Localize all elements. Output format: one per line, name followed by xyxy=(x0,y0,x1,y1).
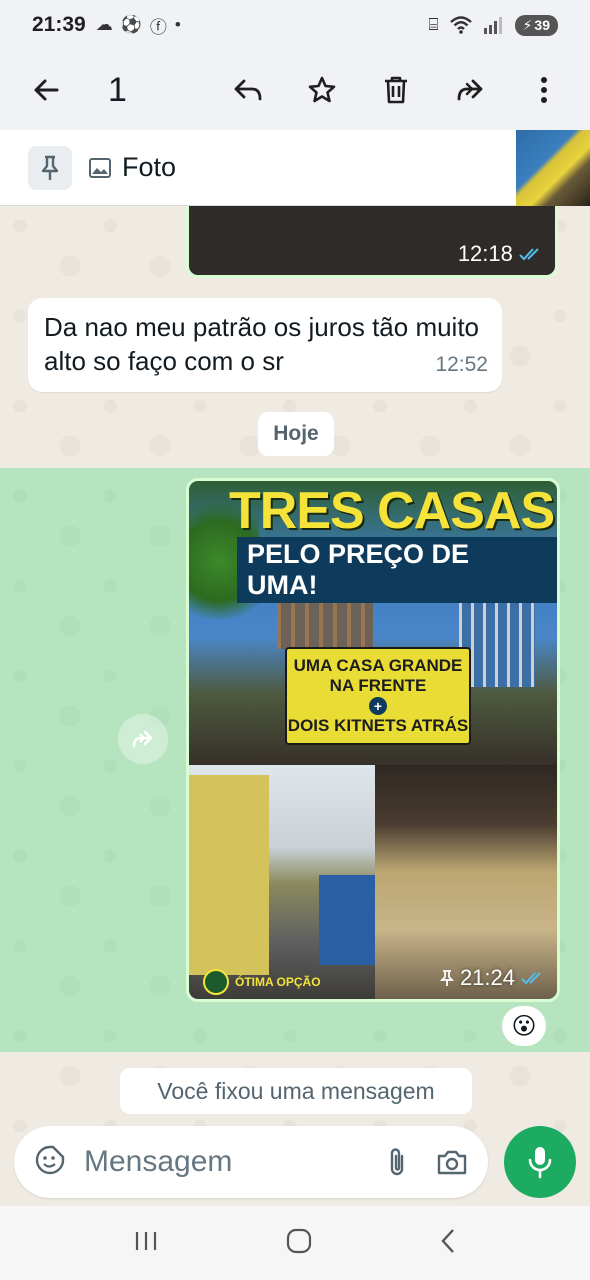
house-logo-icon xyxy=(203,969,229,995)
outgoing-image-message[interactable]: 12:18 xyxy=(186,206,558,278)
pin-icon xyxy=(439,970,454,986)
status-bar: 21:39 ☁ ⚽ ⓕ • ⌸ ⚡ 39 xyxy=(0,0,590,50)
reaction-emoji[interactable]: 😮 xyxy=(502,1006,546,1046)
message-text: Da nao meu patrão os juros tão muito alt… xyxy=(44,312,480,376)
selected-count: 1 xyxy=(108,70,127,109)
pin-icon xyxy=(28,145,72,190)
battery-indicator: ⚡ 39 xyxy=(514,14,558,36)
chevron-left-icon xyxy=(441,1228,454,1253)
signal-icon xyxy=(483,17,502,34)
star-button[interactable] xyxy=(300,68,344,112)
forward-button[interactable] xyxy=(448,68,492,112)
dot-icon: • xyxy=(174,15,181,34)
message-time: 12:52 xyxy=(435,353,488,376)
camera-button[interactable] xyxy=(436,1148,468,1176)
attach-button[interactable] xyxy=(386,1146,408,1178)
system-message: Você fixou uma mensagem xyxy=(120,1068,472,1114)
facebook-icon: ⓕ xyxy=(149,17,167,37)
image-icon xyxy=(89,157,111,178)
star-icon xyxy=(308,76,336,103)
recent-apps-button[interactable] xyxy=(133,1230,159,1257)
message-input[interactable]: Mensagem xyxy=(84,1145,358,1179)
voice-message-button[interactable] xyxy=(504,1126,576,1198)
home-icon xyxy=(286,1228,312,1253)
arrow-left-icon xyxy=(34,79,59,101)
incoming-message[interactable]: Da nao meu patrão os juros tão muito alt… xyxy=(28,298,502,392)
photo-subheadline: PELO PREÇO DE UMA! xyxy=(237,537,557,603)
trash-icon xyxy=(385,76,407,104)
outgoing-photo-message[interactable]: TRES CASAS PELO PREÇO DE UMA! UMA CASA G… xyxy=(186,478,560,1002)
more-vertical-icon xyxy=(541,77,547,103)
reply-icon xyxy=(234,79,262,101)
pinned-message-banner[interactable]: Foto xyxy=(0,130,590,206)
photo-footer-text: ÓTIMA OPÇÃO xyxy=(235,975,321,989)
soccer-icon: ⚽ xyxy=(120,15,142,34)
date-separator: Hoje xyxy=(258,412,334,456)
read-ticks-icon xyxy=(521,972,541,985)
photo-info-box: UMA CASA GRANDE NA FRENTE + DOIS KITNETS… xyxy=(285,647,471,745)
camera-icon xyxy=(437,1150,467,1175)
reply-button[interactable] xyxy=(226,68,270,112)
read-ticks-icon xyxy=(519,248,539,261)
more-options-button[interactable] xyxy=(522,68,566,112)
back-button[interactable] xyxy=(24,68,68,112)
quick-forward-button[interactable] xyxy=(118,714,168,764)
paperclip-icon xyxy=(390,1148,404,1176)
selection-action-bar: 1 xyxy=(0,50,590,130)
message-composer[interactable]: Mensagem xyxy=(14,1126,488,1198)
microphone-icon xyxy=(528,1147,552,1179)
photo-ad-top: TRES CASAS PELO PREÇO DE UMA! UMA CASA G… xyxy=(189,481,557,765)
status-time: 21:39 xyxy=(32,13,86,36)
recents-icon xyxy=(136,1231,157,1250)
message-time: 21:24 xyxy=(459,965,515,990)
delete-button[interactable] xyxy=(374,68,418,112)
photo-alley xyxy=(189,765,375,999)
photo-headline: TRES CASAS xyxy=(229,482,555,540)
forward-icon xyxy=(132,730,153,748)
system-navigation-bar xyxy=(0,1206,590,1280)
message-time: 12:18 xyxy=(457,241,513,266)
pinned-label: Foto xyxy=(122,152,177,182)
chat-area[interactable]: 12:18 Da nao meu patrão os juros tão mui… xyxy=(0,206,590,1206)
system-back-button[interactable] xyxy=(439,1228,457,1259)
forward-icon xyxy=(457,79,483,101)
pinned-thumbnail xyxy=(516,130,590,206)
sticker-icon[interactable] xyxy=(34,1144,66,1181)
wifi-icon xyxy=(449,16,472,34)
home-button[interactable] xyxy=(286,1228,312,1259)
sleep-mode-icon: ⌸ xyxy=(428,15,439,34)
cloud-icon: ☁ xyxy=(95,15,113,34)
